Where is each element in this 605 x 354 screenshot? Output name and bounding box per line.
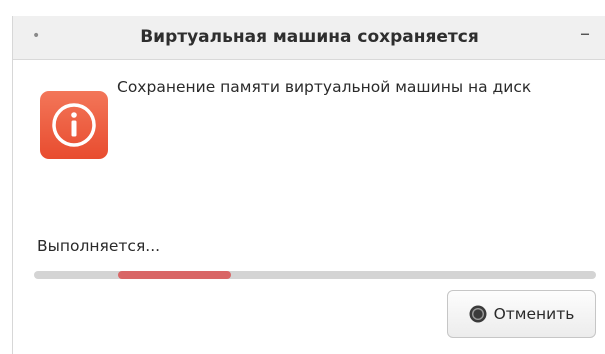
minimize-button[interactable]: –: [576, 20, 594, 46]
info-icon-glyph: [52, 103, 96, 147]
titlebar[interactable]: • Виртуальная машина сохраняется –: [13, 16, 605, 60]
status-text: Выполняется...: [37, 237, 161, 255]
window-title: Виртуальная машина сохраняется: [140, 27, 479, 47]
progress-bar-fill: [118, 271, 231, 279]
dialog-message: Сохранение памяти виртуальной машины на …: [117, 78, 532, 96]
info-icon: [40, 91, 108, 159]
stop-icon: [469, 305, 487, 323]
dialog-window: • Виртуальная машина сохраняется – Сохра…: [12, 16, 605, 354]
progress-bar: [34, 271, 596, 279]
cancel-button[interactable]: Отменить: [447, 290, 596, 338]
cancel-button-label: Отменить: [493, 305, 575, 323]
